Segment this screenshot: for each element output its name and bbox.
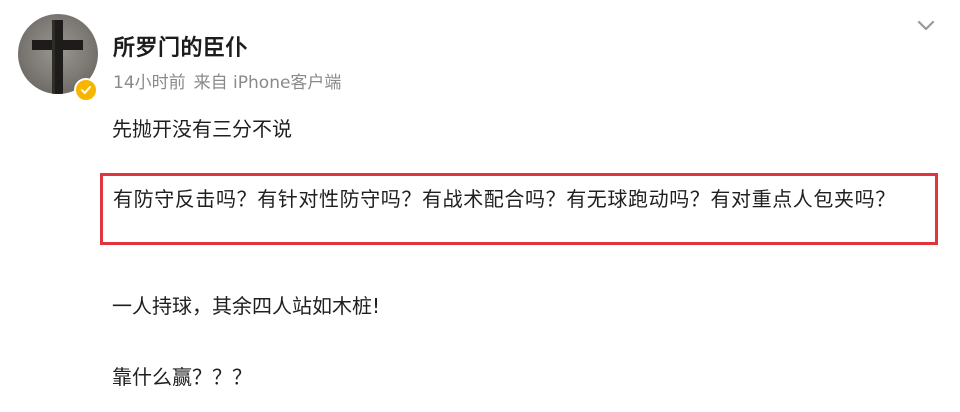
highlighted-text: 有防守反击吗？有针对性防守吗？有战术配合吗？有无球跑动吗？有对重点人包夹吗？ [113, 187, 896, 211]
post-text-line: 一人持球，其余四人站如木桩! [112, 294, 381, 318]
post-meta: 14小时前 来自 iPhone客户端 [113, 68, 349, 93]
chevron-down-icon[interactable] [912, 14, 940, 38]
post-time: 14小时前 [113, 73, 186, 93]
post-text-line: 靠什么赢？？？ [112, 365, 252, 389]
post-source: 来自 iPhone客户端 [193, 73, 342, 93]
highlight-box: 有防守反击吗？有针对性防守吗？有战术配合吗？有无球跑动吗？有对重点人包夹吗？ [100, 173, 938, 245]
verified-badge-icon [74, 78, 98, 102]
post-text-line: 先抛开没有三分不说 [112, 117, 292, 141]
author-name[interactable]: 所罗门的臣仆 [113, 30, 248, 62]
weibo-post: 所罗门的臣仆 14小时前 来自 iPhone客户端 先抛开没有三分不说 有防守反击… [0, 0, 960, 412]
